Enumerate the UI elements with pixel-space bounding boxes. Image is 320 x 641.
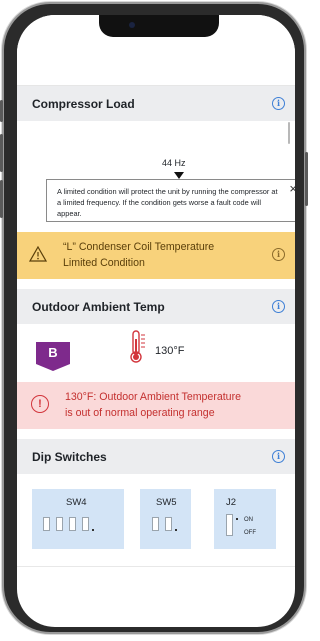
info-icon[interactable]: i bbox=[272, 450, 285, 463]
close-icon[interactable]: × bbox=[289, 182, 295, 195]
sw5-switch-block: SW5 bbox=[140, 489, 191, 549]
dip-switch-key[interactable] bbox=[152, 517, 159, 531]
error-icon: ! bbox=[31, 395, 49, 413]
zone-badge: B bbox=[36, 342, 70, 371]
temperature-value: 130°F bbox=[155, 345, 185, 357]
mute-switch bbox=[0, 100, 3, 122]
compressor-load-header: Compressor Load i bbox=[17, 86, 295, 121]
info-icon[interactable]: i bbox=[272, 300, 285, 313]
phone-frame: Compressor Load i 44 Hz A limited condit… bbox=[0, 4, 308, 632]
dip-switch-key[interactable] bbox=[43, 517, 50, 531]
ambient-temp-header: Outdoor Ambient Temp i bbox=[17, 289, 295, 324]
tooltip-text: A limited condition will protect the uni… bbox=[57, 187, 278, 218]
ambient-temp-section: Outdoor Ambient Temp i bbox=[17, 289, 295, 324]
volume-up-button bbox=[0, 134, 3, 172]
error-text: 130°F: Outdoor Ambient Temperature is ou… bbox=[65, 389, 291, 421]
temperature-error-banner: ! 130°F: Outdoor Ambient Temperature is … bbox=[17, 382, 295, 429]
scrollbar[interactable] bbox=[288, 122, 290, 144]
section-title: Dip Switches bbox=[32, 449, 107, 464]
power-button bbox=[305, 152, 308, 206]
dip-switch-key[interactable] bbox=[56, 517, 63, 531]
j2-marker bbox=[236, 518, 238, 520]
volume-down-button bbox=[0, 180, 3, 218]
divider bbox=[17, 566, 295, 567]
thermometer-icon bbox=[130, 330, 145, 363]
warning-icon bbox=[29, 246, 47, 262]
dip-switch-marker bbox=[92, 529, 94, 531]
sw4-label: SW4 bbox=[66, 497, 87, 508]
dip-switch-key[interactable] bbox=[165, 517, 172, 531]
screen: Compressor Load i 44 Hz A limited condit… bbox=[17, 15, 295, 627]
info-icon[interactable]: i bbox=[272, 248, 285, 261]
section-title: Outdoor Ambient Temp bbox=[32, 299, 165, 314]
j2-on-label: ON bbox=[244, 517, 253, 523]
frequency-marker bbox=[174, 172, 184, 179]
frequency-label: 44 Hz bbox=[162, 158, 186, 168]
error-line-1: 130°F: Outdoor Ambient Temperature bbox=[65, 391, 241, 403]
warning-text: “L” Condenser Coil Temperature Limited C… bbox=[63, 239, 263, 271]
dip-switch-marker bbox=[175, 529, 177, 531]
sw5-label: SW5 bbox=[156, 497, 177, 508]
content: Compressor Load i 44 Hz A limited condit… bbox=[17, 86, 295, 567]
j2-off-label: OFF bbox=[244, 530, 256, 536]
limited-condition-banner: “L” Condenser Coil Temperature Limited C… bbox=[17, 232, 295, 279]
info-icon[interactable]: i bbox=[272, 97, 285, 110]
j2-label: J2 bbox=[226, 497, 237, 508]
dip-switches-section: Dip Switches i bbox=[17, 439, 295, 474]
notch bbox=[99, 15, 219, 37]
dip-switches-header: Dip Switches i bbox=[17, 439, 295, 474]
dip-switch-key[interactable] bbox=[69, 517, 76, 531]
dip-switch-key[interactable] bbox=[82, 517, 89, 531]
limited-condition-tooltip: A limited condition will protect the uni… bbox=[46, 179, 295, 222]
sw4-switch-block: SW4 bbox=[32, 489, 124, 549]
warning-line-2: Limited Condition bbox=[63, 257, 145, 269]
j2-jumper-key[interactable] bbox=[226, 514, 233, 536]
warning-line-1: “L” Condenser Coil Temperature bbox=[63, 241, 215, 253]
front-camera bbox=[129, 22, 135, 28]
section-title: Compressor Load bbox=[32, 96, 135, 111]
j2-jumper-block: J2 ON OFF bbox=[214, 489, 276, 549]
error-line-2: is out of normal operating range bbox=[65, 407, 215, 419]
